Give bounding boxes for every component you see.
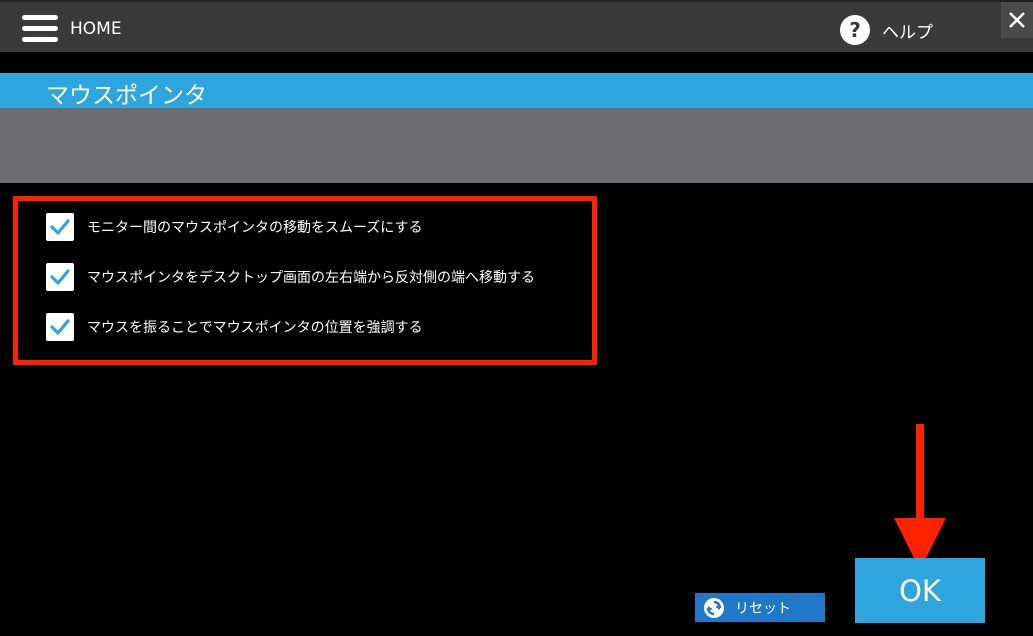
checkmark-icon [50,219,70,235]
section-title-bar: マウスポインタ [0,73,1033,109]
top-bar: HOME ? ヘルプ [0,0,1033,52]
reset-button[interactable]: リセット [695,593,825,622]
hamburger-menu-icon[interactable] [22,15,58,43]
option-wrap-edges[interactable]: マウスポインタをデスクトップ画面の左右端から反対側の端へ移動する [46,263,535,291]
close-button[interactable] [1001,2,1033,38]
ok-button[interactable]: OK [855,558,985,623]
checkmark-icon [50,319,70,335]
help-icon: ? [840,15,870,45]
checkbox[interactable] [46,313,74,341]
option-label: モニター間のマウスポインタの移動をスムーズにする [87,220,423,236]
section-panel [0,108,1033,183]
option-label: マウスを振ることでマウスポインタの位置を強調する [87,320,423,336]
annotation-arrow-icon [894,424,946,570]
help-button[interactable]: ? ヘルプ [840,15,933,45]
checkbox[interactable] [46,263,74,291]
section-title: マウスポインタ [46,83,207,109]
refresh-icon [704,597,724,618]
home-label[interactable]: HOME [70,19,122,39]
help-label: ヘルプ [882,22,933,43]
option-label: マウスポインタをデスクトップ画面の左右端から反対側の端へ移動する [87,270,535,286]
checkmark-icon [50,269,70,285]
option-smooth-monitor-move[interactable]: モニター間のマウスポインタの移動をスムーズにする [46,213,422,241]
close-icon [1009,12,1025,28]
option-shake-highlight[interactable]: マウスを振ることでマウスポインタの位置を強調する [46,313,423,341]
reset-label: リセット [735,600,791,617]
checkbox[interactable] [46,213,74,241]
